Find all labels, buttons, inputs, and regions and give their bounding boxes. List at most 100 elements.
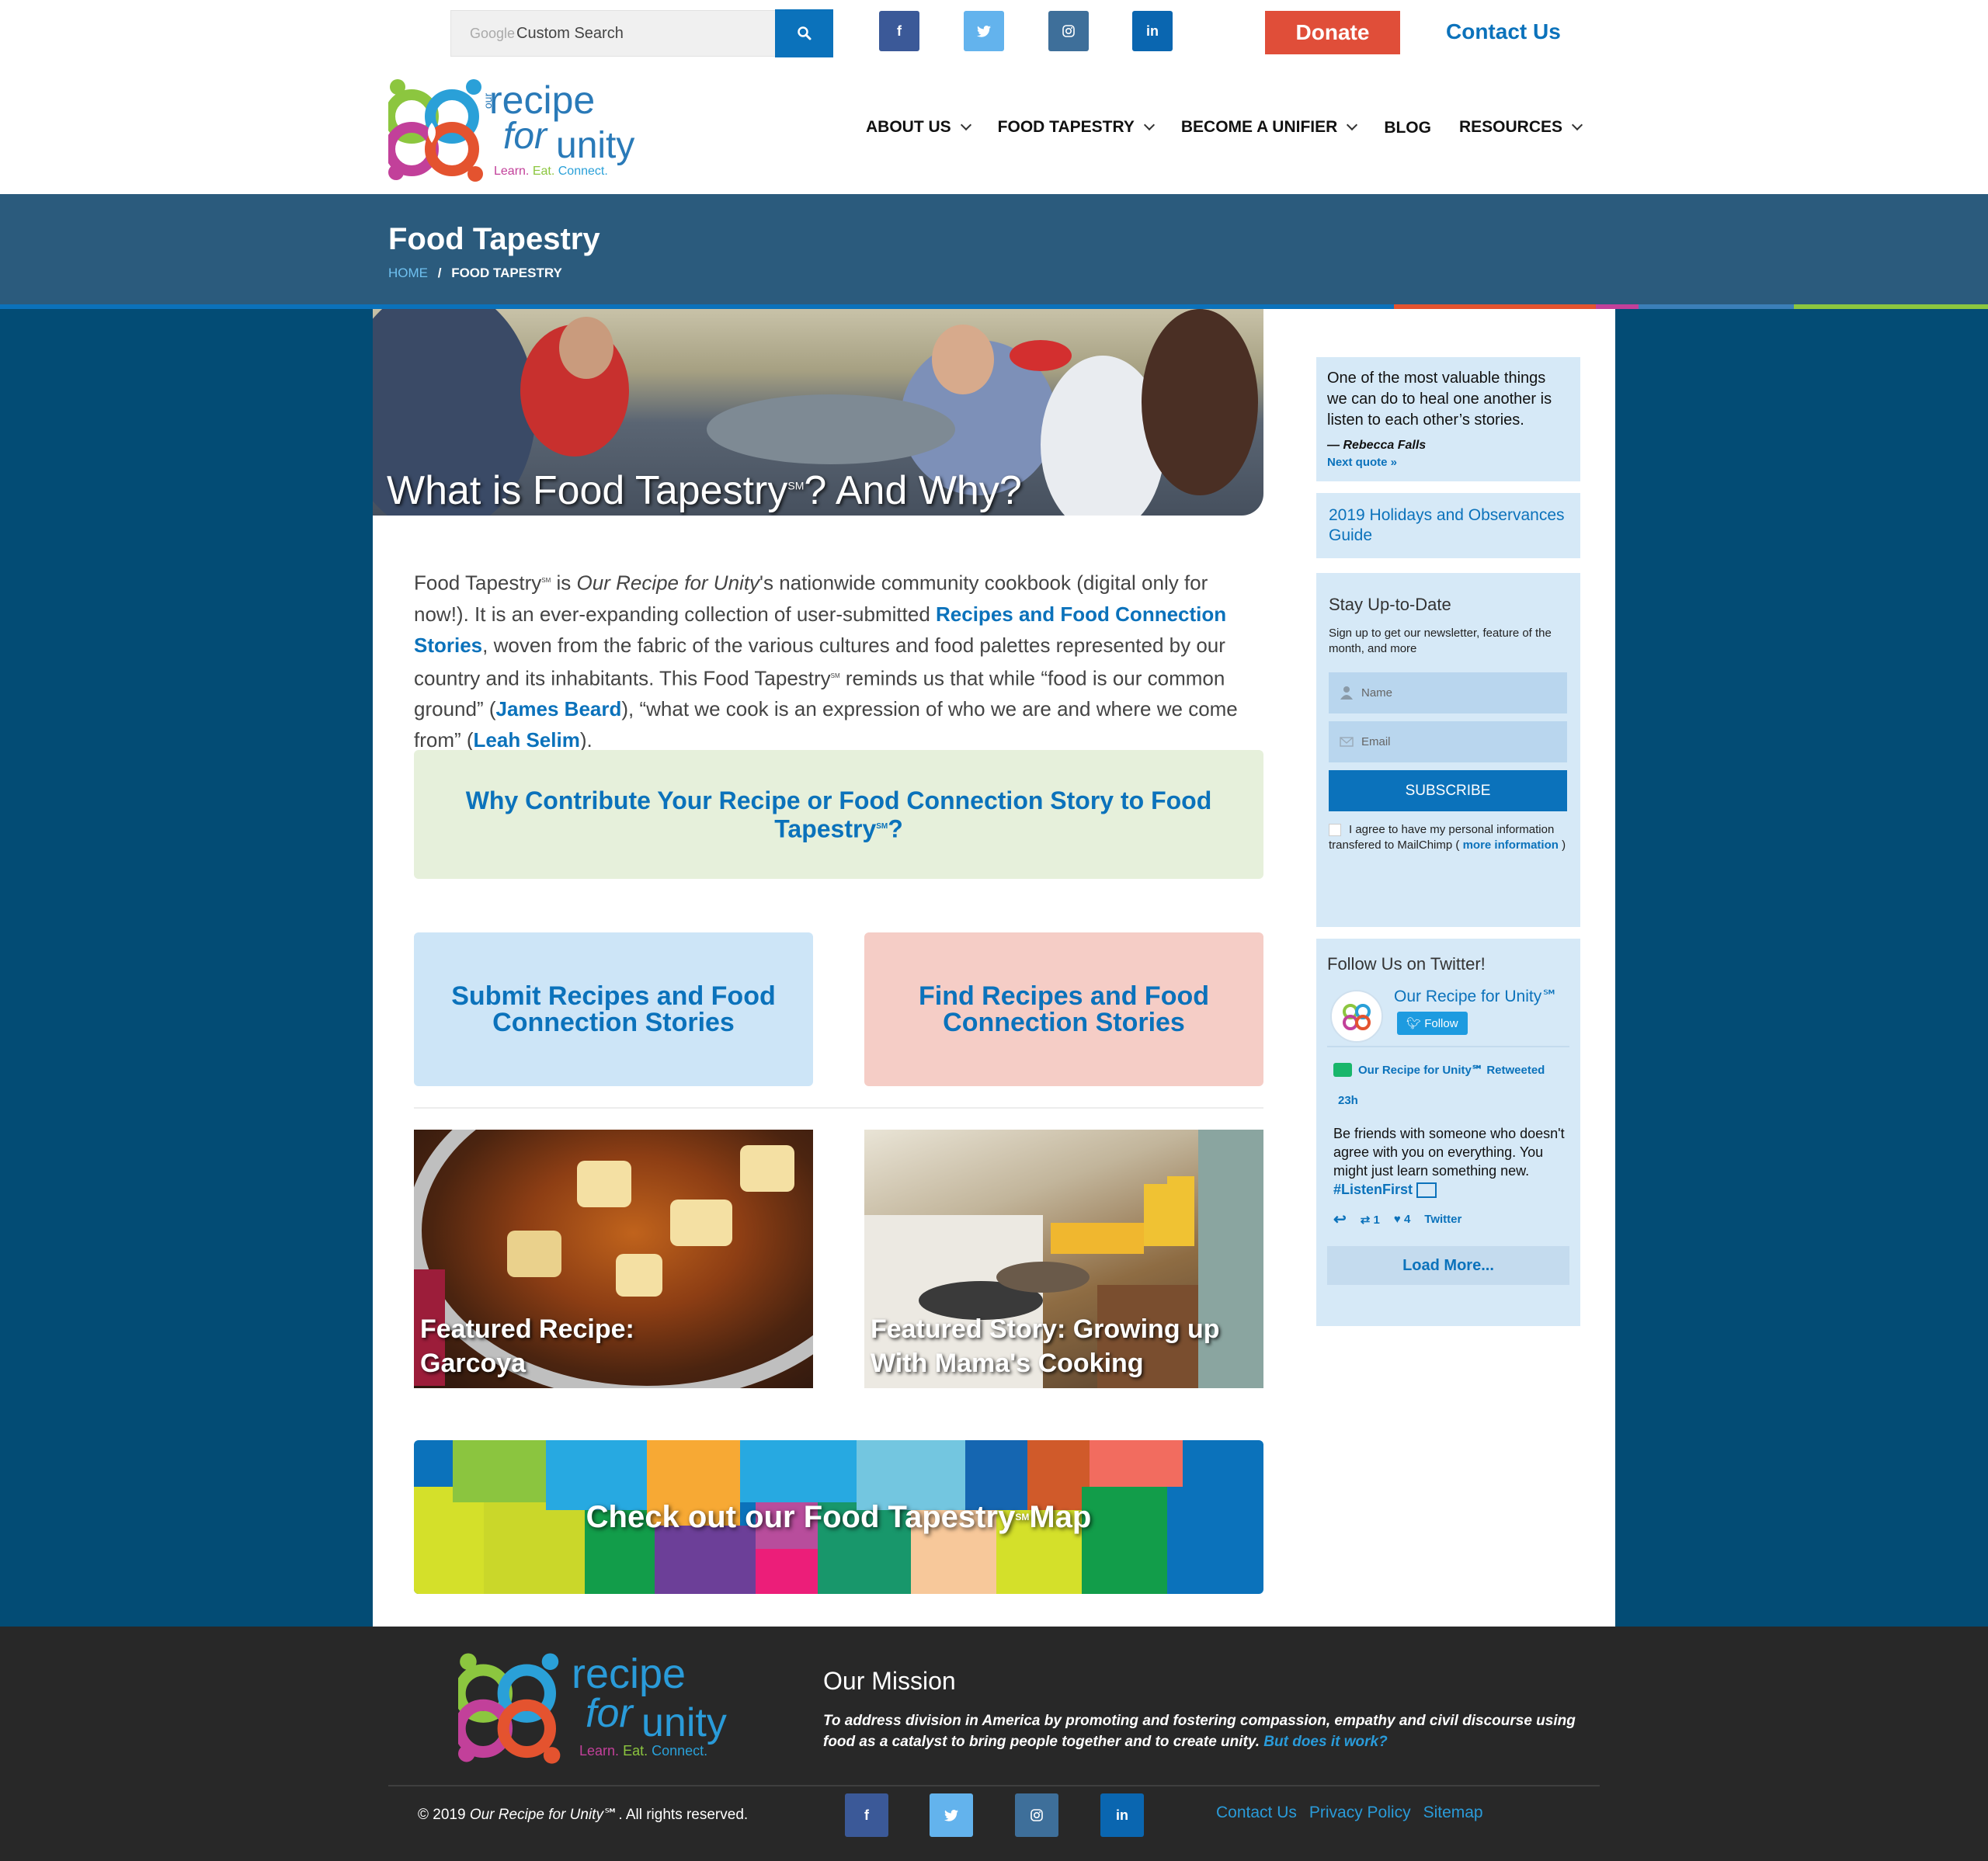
footer-sitemap-link[interactable]: Sitemap (1423, 1804, 1483, 1822)
tweet-time[interactable]: 23h (1327, 1094, 1569, 1107)
nav-food-tapestry[interactable]: FOOD TAPESTRY (998, 116, 1155, 137)
email-placeholder: Email (1361, 735, 1391, 748)
quote-author: — Rebecca Falls (1327, 439, 1427, 452)
load-more-button[interactable]: Load More... (1327, 1246, 1569, 1285)
like-action[interactable]: ♥ 4 (1394, 1213, 1410, 1226)
twitter-header: Our Recipe for Unity℠ 🐦︎ Follow (1327, 985, 1569, 1047)
instagram-link[interactable] (1048, 11, 1089, 51)
why-label-b: ? (888, 814, 903, 843)
intro-org-name: Our Recipe for Unity (576, 571, 760, 595)
hero-image: What is Food TapestrySM? And Why? (373, 309, 1263, 516)
intro-text: Food Tapestry (414, 571, 542, 595)
footer-privacy-link[interactable]: Privacy Policy (1309, 1804, 1411, 1822)
food-tapestry-map-banner[interactable]: Check out our Food Tapestry SM Map (414, 1440, 1263, 1594)
more-information-link[interactable]: more information (1463, 838, 1559, 852)
footer-twitter-link[interactable] (930, 1793, 973, 1837)
newsletter-widget: Stay Up-to-Date Sign up to get our newsl… (1316, 573, 1580, 927)
twitter-account-name[interactable]: Our Recipe for Unity℠ (1394, 987, 1559, 1006)
intro-text: ). (579, 728, 593, 752)
facebook-icon: f (864, 1807, 869, 1823)
tweet-text: Be friends with someone who doesn't agre… (1327, 1124, 1569, 1199)
footer-divider (388, 1785, 1600, 1786)
nav-label: RESOURCES (1458, 117, 1563, 136)
image-icon[interactable] (1416, 1182, 1437, 1199)
twitter-icon (944, 1809, 958, 1821)
newsletter-description: Sign up to get our newsletter, feature o… (1329, 627, 1552, 655)
leah-selim-link[interactable]: Leah Selim (474, 728, 580, 752)
site-footer: recipe for unity Learn. Eat. Connect. Ou… (0, 1627, 1988, 1861)
breadcrumb-separator: / (437, 266, 442, 280)
footer-links: Contact Us Privacy Policy Sitemap (1216, 1804, 1483, 1822)
find-recipes-button[interactable]: Find Recipes and Food Connection Stories (864, 932, 1263, 1086)
site-logo[interactable]: our recipe for unity Learn. Eat. Connect… (388, 78, 637, 182)
consent-checkbox[interactable] (1329, 824, 1341, 837)
nav-label: BLOG (1384, 119, 1431, 137)
why-contribute-box[interactable]: Why Contribute Your Recipe or Food Conne… (414, 750, 1263, 879)
hashtag-link[interactable]: #ListenFirst (1333, 1182, 1413, 1197)
featured-recipe-card[interactable]: Featured Recipe: Garcoya (414, 1130, 813, 1388)
holidays-guide-link[interactable]: 2019 Holidays and Observances Guide (1329, 506, 1565, 544)
footer-logo[interactable]: recipe for unity Learn. Eat. Connect. (458, 1650, 727, 1766)
footer-linkedin-link[interactable]: in (1100, 1793, 1144, 1837)
twitter-widget: Follow Us on Twitter! Our Recipe for Uni… (1316, 939, 1580, 1326)
tag-connect: Connect. (558, 165, 608, 178)
main-content: What is Food TapestrySM? And Why? Food T… (373, 309, 1615, 1627)
featured-story-card[interactable]: Featured Story: Growing up With Mama's C… (864, 1130, 1263, 1388)
twitter-widget-title: Follow Us on Twitter! (1327, 954, 1486, 974)
breadcrumb-home[interactable]: HOME (388, 266, 428, 280)
search-box: Google Custom Search (450, 10, 777, 57)
james-beard-link[interactable]: James Beard (496, 697, 622, 720)
name-field[interactable]: Name (1329, 672, 1567, 713)
chevron-down-icon (1571, 119, 1583, 130)
nav-blog[interactable]: BLOG (1384, 119, 1431, 137)
avatar[interactable] (1330, 990, 1383, 1043)
holidays-guide-label: 2019 Holidays and Observances Guide (1329, 506, 1565, 544)
nav-about-us[interactable]: ABOUT US (866, 116, 971, 137)
instagram-icon (1062, 25, 1075, 37)
contact-us-link[interactable]: Contact Us (1446, 19, 1561, 44)
next-quote-link[interactable]: Next quote » (1327, 456, 1569, 469)
donate-button[interactable]: Donate (1265, 11, 1400, 54)
email-field[interactable]: Email (1329, 721, 1567, 762)
instagram-icon (1030, 1809, 1043, 1821)
nav-resources[interactable]: RESOURCES (1458, 116, 1583, 137)
retweet-action[interactable]: ⇄ 1 (1361, 1213, 1380, 1227)
mission-text: To address division in America by promot… (823, 1710, 1600, 1752)
twitter-link[interactable] (964, 11, 1004, 51)
service-mark: SM (541, 577, 551, 584)
footer-contact-link[interactable]: Contact Us (1216, 1804, 1297, 1822)
page-title: Food Tapestry (388, 222, 600, 256)
copyright-prefix: © 2019 (418, 1807, 470, 1823)
breadcrumb-current: FOOD TAPESTRY (451, 266, 562, 280)
nav-become-a-unifier[interactable]: BECOME A UNIFIER (1181, 116, 1358, 137)
footer-facebook-link[interactable]: f (845, 1793, 888, 1837)
retweet-notice: Our Recipe for Unity℠ Retweeted (1327, 1063, 1569, 1077)
map-label-b: Map (1029, 1499, 1092, 1534)
page-title-band: Food Tapestry HOME / FOOD TAPESTRY (0, 194, 1988, 304)
nav-label: ABOUT US (866, 117, 951, 136)
chevron-down-icon (960, 119, 971, 130)
submit-recipes-button[interactable]: Submit Recipes and Food Connection Stori… (414, 932, 813, 1086)
twitter-source-link[interactable]: Twitter (1424, 1213, 1461, 1226)
tag-learn: Learn. (579, 1743, 620, 1759)
service-mark: SM (1015, 1512, 1030, 1522)
holidays-widget: 2019 Holidays and Observances Guide (1316, 493, 1580, 558)
mission-title: Our Mission (823, 1667, 956, 1695)
reply-icon[interactable]: ↩ (1333, 1210, 1347, 1229)
map-label-a: Check out our Food Tapestry (586, 1499, 1016, 1534)
footer-instagram-link[interactable] (1015, 1793, 1058, 1837)
search-button[interactable] (775, 9, 833, 57)
quote-widget: One of the most valuable things we can d… (1316, 357, 1580, 481)
linkedin-link[interactable]: in (1132, 11, 1173, 51)
follow-label: Follow (1424, 1017, 1458, 1030)
twitter-icon (977, 25, 991, 37)
does-it-work-link[interactable]: But does it work? (1263, 1734, 1387, 1750)
search-input[interactable] (451, 11, 776, 56)
twitter-follow-button[interactable]: 🐦︎ Follow (1397, 1012, 1468, 1035)
subscribe-button[interactable]: SUBSCRIBE (1329, 770, 1567, 811)
facebook-link[interactable]: f (879, 11, 919, 51)
tweet-body: Be friends with someone who doesn't agre… (1333, 1126, 1565, 1179)
tag-connect: Connect. (652, 1743, 708, 1759)
chevron-down-icon (1143, 119, 1155, 130)
linkedin-icon: in (1116, 1807, 1128, 1823)
